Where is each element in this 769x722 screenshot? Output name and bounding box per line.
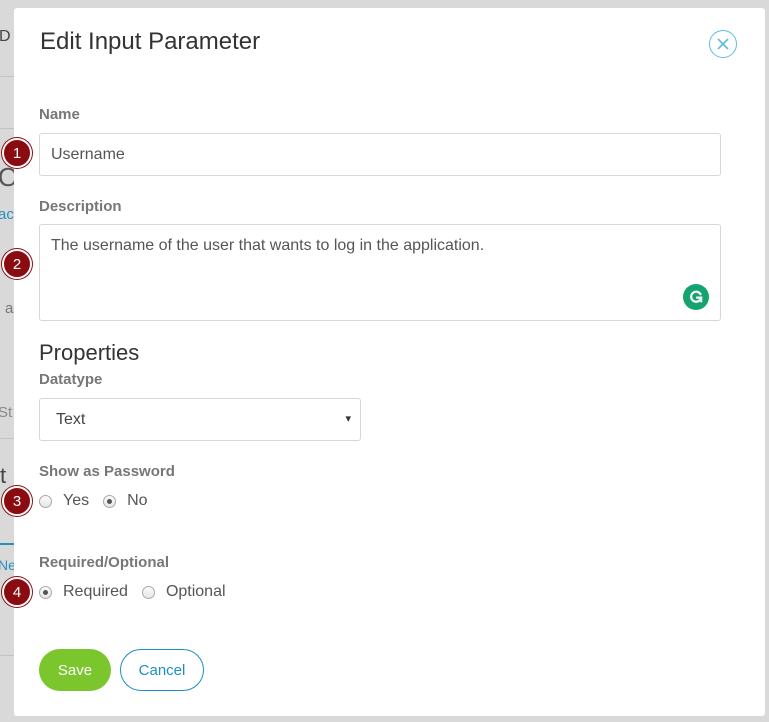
annotation-badge: 3 (2, 486, 32, 516)
background-divider (0, 438, 14, 439)
close-icon (717, 38, 729, 50)
modal-title: Edit Input Parameter (40, 28, 261, 55)
background-link-fragment: ac (0, 206, 14, 223)
background-text-fragment: D (0, 28, 11, 45)
description-textarea[interactable]: The username of the user that wants to l… (39, 224, 721, 321)
close-button[interactable] (709, 30, 737, 58)
background-divider (0, 128, 14, 129)
datatype-selected-value: Text (56, 411, 86, 428)
show-as-password-label: Show as Password (39, 463, 175, 480)
show-as-password-radio-group: Yes No (39, 492, 162, 510)
background-text-fragment: a (5, 300, 14, 317)
password-no-radio[interactable] (103, 494, 117, 508)
properties-heading: Properties (39, 340, 140, 365)
password-yes-label[interactable]: Yes (63, 492, 89, 510)
annotation-badge: 2 (2, 249, 32, 279)
optional-label[interactable]: Optional (166, 583, 226, 601)
background-text-fragment: St (0, 404, 13, 421)
background-divider (0, 655, 14, 656)
name-input[interactable]: Username (39, 133, 721, 176)
save-button[interactable]: Save (39, 649, 111, 691)
grammarly-icon[interactable] (683, 284, 709, 310)
background-divider (0, 543, 14, 545)
required-optional-radio-group: Required Optional (39, 583, 240, 601)
chevron-down-icon: ▾ (345, 413, 351, 425)
password-no-label[interactable]: No (127, 492, 147, 510)
annotation-badge: 1 (2, 138, 32, 168)
annotation-badge: 4 (2, 577, 32, 607)
edit-input-parameter-modal: Edit Input Parameter Name Username Descr… (14, 8, 765, 716)
required-radio[interactable] (39, 585, 52, 599)
optional-radio[interactable] (141, 585, 155, 599)
name-label: Name (39, 106, 80, 123)
datatype-label: Datatype (39, 371, 103, 388)
description-label: Description (39, 198, 122, 215)
datatype-select[interactable]: Text ▾ (39, 398, 361, 441)
background-text-fragment: t (0, 463, 7, 488)
required-label[interactable]: Required (63, 583, 128, 601)
required-optional-label: Required/Optional (39, 554, 170, 571)
cancel-button[interactable]: Cancel (120, 649, 204, 691)
background-divider (0, 76, 14, 77)
password-yes-radio[interactable] (39, 494, 52, 508)
